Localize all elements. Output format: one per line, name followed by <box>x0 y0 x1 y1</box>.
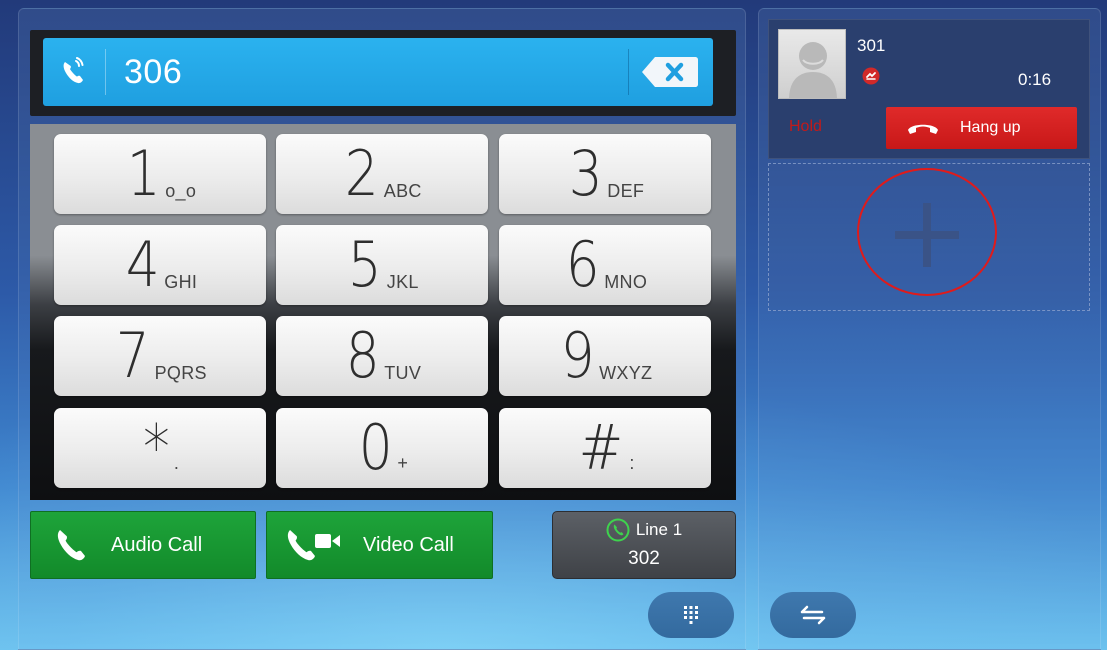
key-letters: MNO <box>604 272 648 292</box>
line-number: 302 <box>628 548 660 569</box>
key-digit: 3 <box>568 137 603 210</box>
key-digit: 9 <box>560 319 595 392</box>
key-digit: 8 <box>345 319 380 392</box>
dial-input[interactable]: 306 <box>43 38 713 106</box>
key-digit: 5 <box>348 228 383 301</box>
annotation-circle <box>857 168 997 296</box>
phone-icon <box>31 525 111 565</box>
handset-signal-icon[interactable] <box>43 38 105 106</box>
keypad-key[interactable]: 8 TUV <box>276 316 488 396</box>
keypad-key[interactable]: 7 PQRS <box>54 316 266 396</box>
keypad-key[interactable]: *. <box>54 408 266 488</box>
key-letters: PQRS <box>154 363 207 383</box>
keypad-key[interactable]: 4 GHI <box>54 225 266 305</box>
audio-call-label: Audio Call <box>111 533 203 556</box>
hangup-button[interactable]: Hang up <box>886 107 1077 149</box>
audio-call-button[interactable]: Audio Call <box>30 511 256 579</box>
green-phone-circle-icon <box>606 518 630 542</box>
keypad-key[interactable]: 3 DEF <box>499 134 711 214</box>
keypad-key[interactable]: 1 o_o <box>54 134 266 214</box>
key-digit: 1 <box>126 137 161 210</box>
hold-button[interactable]: Hold <box>789 118 822 136</box>
swap-button[interactable] <box>770 592 856 638</box>
video-call-label: Video Call <box>363 533 454 556</box>
video-call-button[interactable]: Video Call <box>266 511 493 579</box>
key-letters: GHI <box>164 272 198 292</box>
keypad-key[interactable]: 2 ABC <box>276 134 488 214</box>
key-letters: o_o <box>165 181 197 201</box>
line-button[interactable]: Line 1 302 <box>552 511 736 579</box>
key-digit: 4 <box>125 228 160 301</box>
key-digit: 2 <box>345 137 380 210</box>
caller-number: 301 <box>857 36 886 55</box>
key-letters: . <box>173 453 180 473</box>
backspace-icon[interactable] <box>641 51 699 93</box>
line-label: Line 1 <box>635 520 683 539</box>
key-digit: 6 <box>565 228 600 301</box>
keypad-key[interactable]: 6 MNO <box>499 225 711 305</box>
key-letters: + <box>397 453 409 473</box>
avatar <box>778 29 846 99</box>
call-status-icon <box>862 67 880 85</box>
keypad-key[interactable]: #: <box>499 408 711 488</box>
input-divider-right <box>628 49 629 95</box>
key-letters: WXYZ <box>599 363 653 383</box>
key-digit: # <box>578 411 624 484</box>
keypad-key[interactable]: 5 JKL <box>276 225 488 305</box>
keypad-toggle-button[interactable] <box>648 592 734 638</box>
hangup-icon <box>886 120 960 136</box>
key-letters: JKL <box>386 272 419 292</box>
key-letters: TUV <box>384 363 422 383</box>
video-phone-icon <box>267 525 363 565</box>
key-digit: * <box>143 411 170 484</box>
keypad-key[interactable]: 0 + <box>276 408 488 488</box>
dial-number[interactable]: 306 <box>106 53 628 92</box>
key-digit: 0 <box>358 411 393 484</box>
call-duration: 0:16 <box>1018 70 1052 89</box>
swap-arrows-icon <box>800 605 826 625</box>
hangup-label: Hang up <box>960 119 1021 136</box>
key-letters: : <box>629 453 635 473</box>
key-digit: 7 <box>115 319 150 392</box>
keypad-key[interactable]: 9 WXYZ <box>499 316 711 396</box>
key-letters: ABC <box>383 181 422 201</box>
key-letters: DEF <box>607 181 645 201</box>
keypad-icon <box>684 606 698 624</box>
